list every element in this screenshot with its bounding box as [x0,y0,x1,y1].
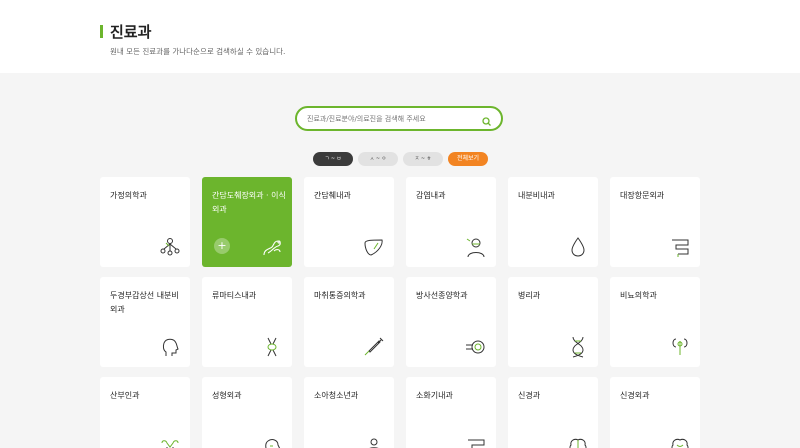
search-input[interactable] [307,113,477,125]
liver-icon [364,239,383,256]
department-label: 산부인과 [110,391,140,400]
syringe-icon [364,337,384,356]
department-card[interactable]: 간담췌내과 [304,177,394,267]
department-card[interactable]: 비뇨의학과 [610,277,700,367]
doctor-mask-icon [466,238,485,258]
department-card[interactable]: 감염내과 [406,177,496,267]
department-card[interactable]: 마취통증의학과 [304,277,394,367]
uterus-icon [161,440,179,448]
search-icon[interactable] [481,113,493,126]
family-icon [160,238,180,256]
department-card[interactable]: 신경과 [508,377,598,448]
page-header: 진료과 원내 모든 진료과를 가나다순으로 검색하실 수 있습니다. [0,0,800,73]
department-label: 소화기내과 [416,391,453,400]
department-card[interactable]: 대장항문외과 [610,177,700,267]
department-card[interactable]: 산부인과 [100,377,190,448]
department-label: 감염내과 [416,191,446,200]
department-label: 성형외과 [212,391,242,400]
department-card[interactable]: 가정의학과 [100,177,190,267]
radiation-icon [466,340,485,354]
department-label: 내분비내과 [518,191,555,200]
department-label: 신경외과 [620,391,650,400]
department-label: 두경부갑상선 내분비외과 [110,291,179,314]
department-card[interactable]: 소화기내과 [406,377,496,448]
filter-jieut-hieut[interactable]: ㅈ ~ ㅎ [403,152,443,166]
filter-siot-ieung[interactable]: ㅅ ~ ㅇ [358,152,398,166]
department-label: 류마티스내과 [212,291,257,300]
department-card[interactable]: 병리과 [508,277,598,367]
department-card[interactable]: 방사선종양학과 [406,277,496,367]
department-label: 비뇨의학과 [620,291,657,300]
department-card[interactable]: 두경부갑상선 내분비외과 [100,277,190,367]
department-label: 방사선종양학과 [416,291,468,300]
stomach-icon [468,439,485,448]
filter-view-all[interactable]: 전체보기 [448,152,488,166]
child-icon [369,438,379,448]
brain-icon [569,438,587,448]
search-box [295,106,503,131]
joint-icon [267,337,277,357]
page-title: 진료과 [110,23,152,41]
brain-surgery-icon [671,438,689,448]
kidney-icon [672,338,688,355]
department-card[interactable]: 소아청소년과 [304,377,394,448]
department-label: 간담췌내과 [314,191,351,200]
department-card-active[interactable]: 간담도췌장외과 · 이식외과 + [202,177,292,267]
department-label: 마취통증의학과 [314,291,366,300]
department-card[interactable]: 내분비내과 [508,177,598,267]
department-label: 소아청소년과 [314,391,359,400]
intestine-icon [672,239,689,257]
drop-icon [571,237,585,257]
liver-pancreas-icon [263,240,281,256]
department-label: 대장항문외과 [620,191,665,200]
department-card[interactable]: 류마티스내과 [202,277,292,367]
plus-icon[interactable]: + [214,238,230,254]
face-icon [265,439,281,448]
department-label: 신경과 [518,391,541,400]
department-label: 가정의학과 [110,191,147,200]
title-accent-bar [100,25,103,38]
department-card[interactable]: 성형외과 [202,377,292,448]
page-description: 원내 모든 진료과를 가나다순으로 검색하실 수 있습니다. [110,47,286,56]
department-label: 병리과 [518,291,541,300]
department-card[interactable]: 신경외과 [610,377,700,448]
department-label: 간담도췌장외과 · 이식외과 [212,191,286,214]
dna-icon [572,336,584,358]
head-icon [162,338,179,356]
filter-giyeok-bieup[interactable]: ㄱ ~ ㅂ [313,152,353,166]
